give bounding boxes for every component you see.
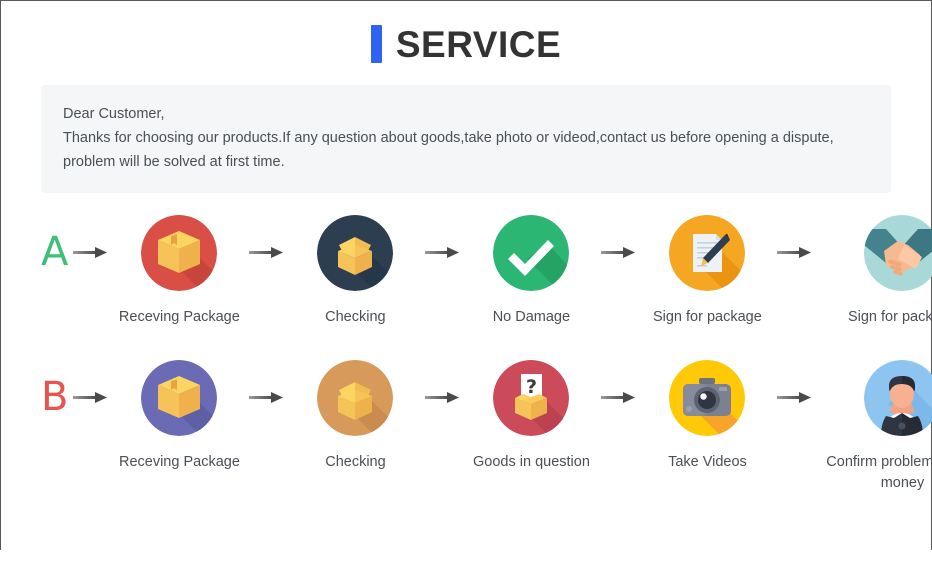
- step-b-4: Take Videos: [642, 360, 772, 473]
- arrow-right-icon: [68, 360, 114, 436]
- closed-box-icon: [141, 360, 218, 436]
- open-box-icon: [317, 215, 394, 291]
- service-page: SERVICE Dear Customer, Thanks for choosi…: [1, 25, 932, 573]
- customer-notice: Dear Customer, Thanks for choosing our p…: [41, 85, 891, 193]
- handshake-icon: [864, 215, 932, 291]
- flow-row-a: A Receving Package Checking No Damage Si…: [1, 215, 932, 328]
- title-accent-bar: [370, 25, 382, 63]
- step-label: Sign for package: [847, 309, 932, 325]
- page-title: SERVICE: [1, 25, 931, 63]
- step-label: Sign for package: [652, 309, 762, 325]
- arrow-right-icon: [596, 215, 642, 291]
- step-b-2: Checking: [290, 360, 420, 473]
- notice-line-3: problem will be solved at first time.: [63, 154, 285, 170]
- question-box-icon: ?: [493, 360, 570, 436]
- step-a-3: No Damage: [466, 215, 596, 328]
- step-label: Take Videos: [668, 454, 747, 470]
- person-avatar-icon: [864, 360, 932, 436]
- open-box-icon: [317, 360, 394, 436]
- step-a-1: Receving Package: [114, 215, 244, 328]
- arrow-right-icon: [420, 360, 466, 436]
- step-a-4: Sign for package: [642, 215, 772, 328]
- step-label: Checking: [325, 309, 386, 325]
- arrow-right-icon: [772, 215, 818, 291]
- step-b-5: Confirm problem,refund money: [818, 360, 932, 494]
- step-b-1: Receving Package: [114, 360, 244, 473]
- notice-line-2: Thanks for choosing our products.If any …: [63, 130, 834, 146]
- arrow-right-icon: [68, 215, 114, 291]
- step-label: Checking: [325, 454, 386, 470]
- closed-box-icon: [141, 215, 218, 291]
- step-label: Receving Package: [118, 309, 240, 325]
- step-label: Receving Package: [118, 454, 240, 470]
- step-label: Goods in question: [473, 454, 590, 470]
- notice-line-1: Dear Customer,: [63, 106, 165, 122]
- arrow-right-icon: [244, 215, 290, 291]
- step-b-3: ? Goods in question: [466, 360, 596, 473]
- document-pen-icon: [669, 215, 746, 291]
- row-label-a: A: [41, 229, 69, 275]
- step-a-2: Checking: [290, 215, 420, 328]
- camera-icon: [669, 360, 746, 436]
- arrow-right-icon: [244, 360, 290, 436]
- step-label: Confirm problem,refund money: [826, 454, 932, 491]
- step-label: No Damage: [492, 309, 571, 325]
- page-title-text: SERVICE: [395, 23, 562, 65]
- svg-text:?: ?: [526, 376, 537, 398]
- arrow-right-icon: [772, 360, 818, 436]
- step-a-5: Sign for package: [818, 215, 932, 328]
- arrow-right-icon: [420, 215, 466, 291]
- checkmark-icon: [493, 215, 570, 291]
- arrow-right-icon: [596, 360, 642, 436]
- flow-row-b: B Receving Package Checking ? Goods in q…: [1, 360, 932, 494]
- row-label-b: B: [41, 374, 69, 420]
